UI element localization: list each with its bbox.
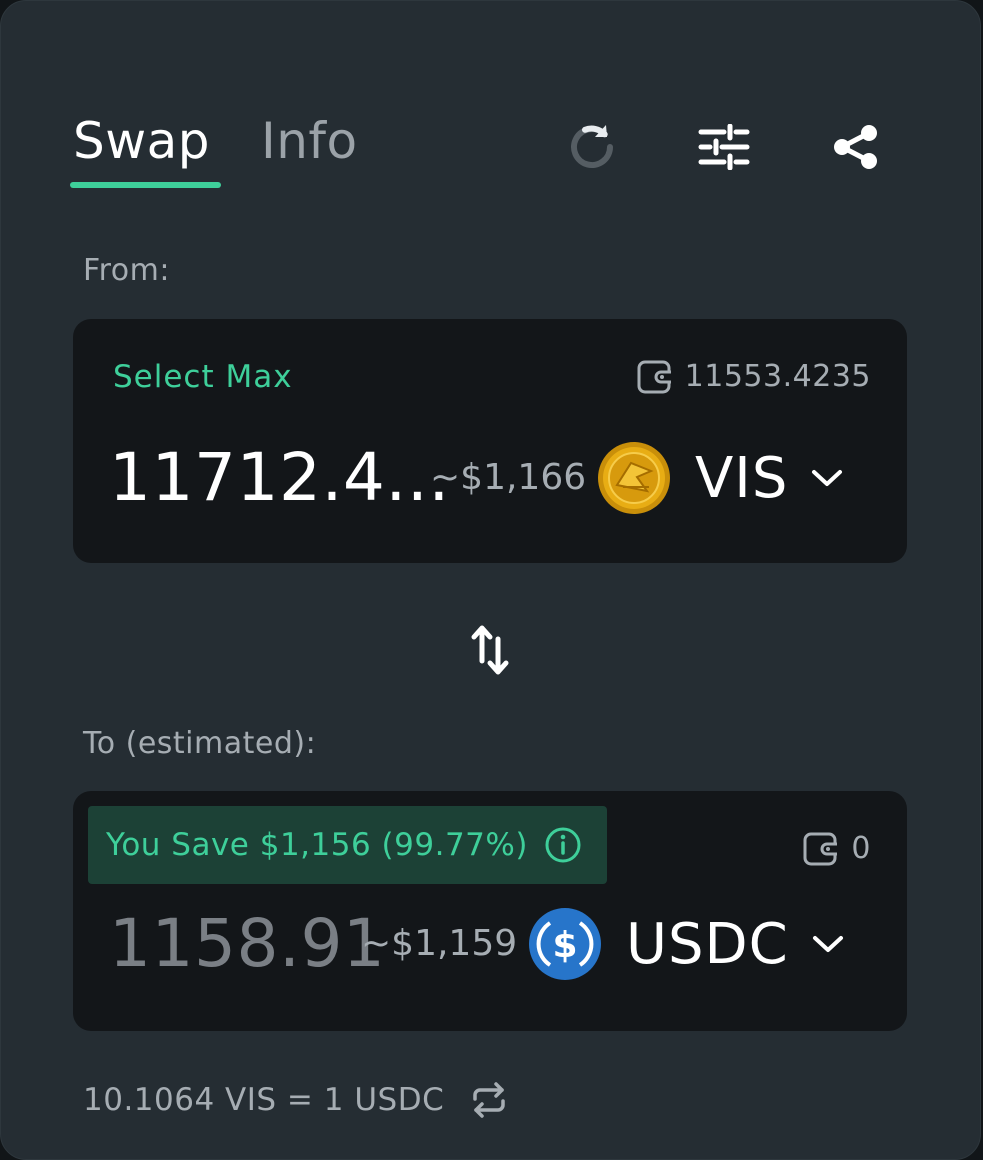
to-token-symbol: USDC <box>626 911 789 977</box>
info-icon[interactable] <box>544 826 582 864</box>
wallet-icon <box>637 360 671 393</box>
savings-badge: You Save $1,156 (99.77%) <box>88 806 607 884</box>
from-token-select[interactable]: VIS <box>597 441 844 515</box>
swap-arrows-icon <box>471 625 509 675</box>
from-amount-input[interactable]: 11712.4... <box>109 439 450 516</box>
refresh-icon <box>571 125 614 169</box>
swap-panel: Swap Info From: Select Max 11553.4235 11… <box>0 0 981 1160</box>
tab-active-indicator <box>70 182 221 188</box>
settings-button[interactable] <box>696 119 752 175</box>
from-card: Select Max 11553.4235 11712.4... ~$1,166… <box>73 319 907 563</box>
chevron-down-icon <box>812 936 843 952</box>
tab-swap[interactable]: Swap <box>73 111 210 171</box>
from-token-symbol: VIS <box>695 445 789 511</box>
from-balance: 11553.4235 <box>637 359 871 394</box>
savings-text: You Save $1,156 (99.77%) <box>106 827 528 863</box>
share-button[interactable] <box>828 119 884 175</box>
usdc-coin-icon: $ <box>529 908 601 980</box>
chevron-down-icon <box>812 470 843 486</box>
exchange-rate: 10.1064 VIS = 1 USDC <box>83 1081 508 1119</box>
repeat-icon[interactable] <box>470 1081 508 1119</box>
to-balance-value: 0 <box>851 831 871 866</box>
from-label: From: <box>83 253 170 288</box>
to-card: You Save $1,156 (99.77%) 0 1158.91 ~$1,1… <box>73 791 907 1031</box>
to-amount-output: 1158.91 <box>109 905 386 982</box>
swap-direction-button[interactable] <box>467 623 515 677</box>
to-label: To (estimated): <box>83 726 317 761</box>
from-usd-value: ~$1,166 <box>430 457 587 498</box>
to-balance: 0 <box>803 831 871 866</box>
to-token-select[interactable]: $ USDC <box>528 907 845 981</box>
exchange-rate-text: 10.1064 VIS = 1 USDC <box>83 1082 445 1118</box>
select-max-button[interactable]: Select Max <box>113 359 293 395</box>
share-icon <box>834 125 877 169</box>
sliders-icon <box>698 124 750 170</box>
svg-text:$: $ <box>552 925 577 966</box>
wallet-icon <box>803 832 838 865</box>
tab-info[interactable]: Info <box>261 111 358 171</box>
vis-coin-icon <box>598 442 670 514</box>
from-balance-value: 11553.4235 <box>684 359 871 394</box>
refresh-button[interactable] <box>564 119 620 175</box>
to-usd-value: ~$1,159 <box>361 923 518 964</box>
